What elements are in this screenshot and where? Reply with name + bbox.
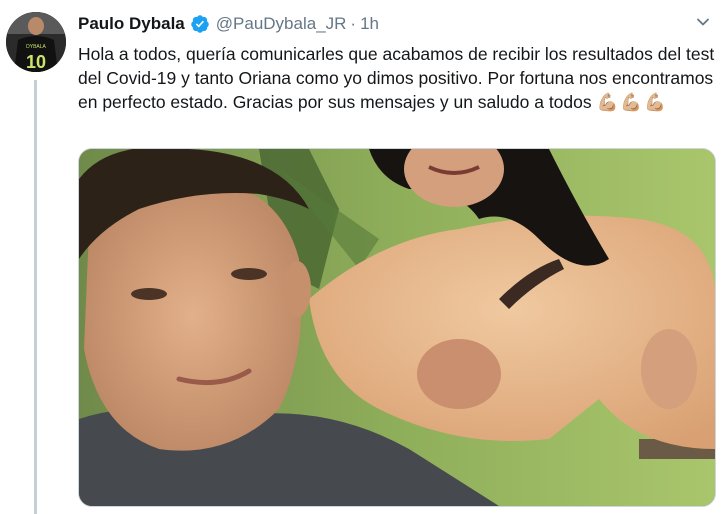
author-handle[interactable]: @PauDybala_JR (216, 14, 347, 34)
tweet-timestamp[interactable]: 1h (360, 14, 379, 34)
verified-badge-icon (190, 14, 210, 34)
avatar-jersey-number: 10 (26, 52, 46, 72)
avatar[interactable]: DYBALA 10 (6, 12, 66, 72)
thread-line (34, 80, 37, 514)
author-name[interactable]: Paulo Dybala (78, 14, 185, 34)
separator-dot: · (350, 14, 357, 33)
tweet-header: Paulo Dybala @PauDybala_JR · 1h (78, 12, 379, 36)
tweet[interactable]: DYBALA 10 Paulo Dybala @PauDybala_JR · 1… (0, 0, 725, 514)
flexed-biceps-emoji: 💪🏼💪🏼💪🏼 (596, 92, 668, 112)
tweet-photo[interactable] (78, 148, 716, 507)
avatar-photo: DYBALA 10 (6, 12, 66, 72)
tweet-photo-image (79, 149, 715, 506)
tweet-text: Hola a todos, quería comunicarles que ac… (78, 42, 718, 114)
chevron-down-icon[interactable] (695, 14, 711, 30)
avatar-jersey-name: DYBALA (26, 44, 46, 50)
